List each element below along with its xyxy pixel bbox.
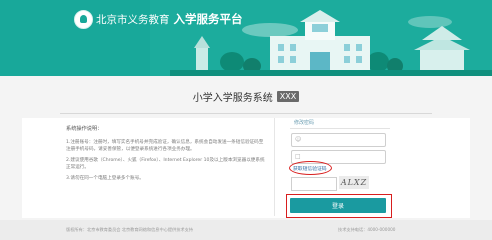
platform-name: 入学服务平台 — [173, 12, 243, 26]
login-form-title[interactable]: 修改密码 — [294, 119, 314, 126]
username-field[interactable]: ☺ — [291, 133, 386, 147]
footer-support: 技术支持电话：4000-000000 — [338, 227, 396, 232]
instruction-2: 2.建议使用谷歌（Chrome）、火狐（Firefox）、Internet Ex… — [66, 158, 265, 170]
lock-icon: □ — [295, 153, 301, 160]
footer: 版权所有：北京市教育委员会 北京教育网络和信息中心提供技术支持 技术支持电话：4… — [0, 220, 492, 240]
username-input[interactable] — [304, 135, 382, 144]
form-divider — [290, 128, 390, 129]
captcha-input[interactable] — [291, 177, 337, 191]
divider — [60, 113, 432, 114]
user-icon: ☺ — [295, 136, 302, 143]
highlight-oval — [289, 161, 332, 175]
instruction-1: 1.注册账号：注册时，填写实名手机号并完成验证，确认信息，系统会自动发送一条短信… — [66, 140, 264, 152]
footer-copyright: 版权所有：北京市教育委员会 北京教育网络和信息中心提供技术支持 — [66, 227, 193, 232]
title-tag: XXX — [276, 91, 300, 102]
system-instructions: 系统操作说明： 1.注册账号：注册时，填写实名手机号并完成验证，确认信息，系统会… — [66, 126, 266, 186]
site-title: 北京市义务教育 入学服务平台 — [96, 11, 243, 27]
header-banner: 北京市义务教育 入学服务平台 — [0, 0, 492, 76]
vertical-divider — [274, 118, 275, 216]
login-button[interactable]: 登录 — [290, 198, 386, 213]
instructions-heading: 系统操作说明： — [66, 126, 103, 132]
password-input[interactable] — [304, 152, 382, 161]
logo-icon — [74, 10, 93, 29]
page-title: 小学入学服务系统 — [192, 93, 273, 104]
skyline-illustration — [0, 0, 492, 76]
instruction-3: 3.请勿在同一个电脑上登录多个账号。 — [66, 176, 144, 181]
site-name: 北京市义务教育 — [96, 14, 170, 26]
captcha-image[interactable]: ALXZ — [339, 176, 369, 189]
page-title-bar: 小学入学服务系统 XXX — [0, 86, 492, 105]
